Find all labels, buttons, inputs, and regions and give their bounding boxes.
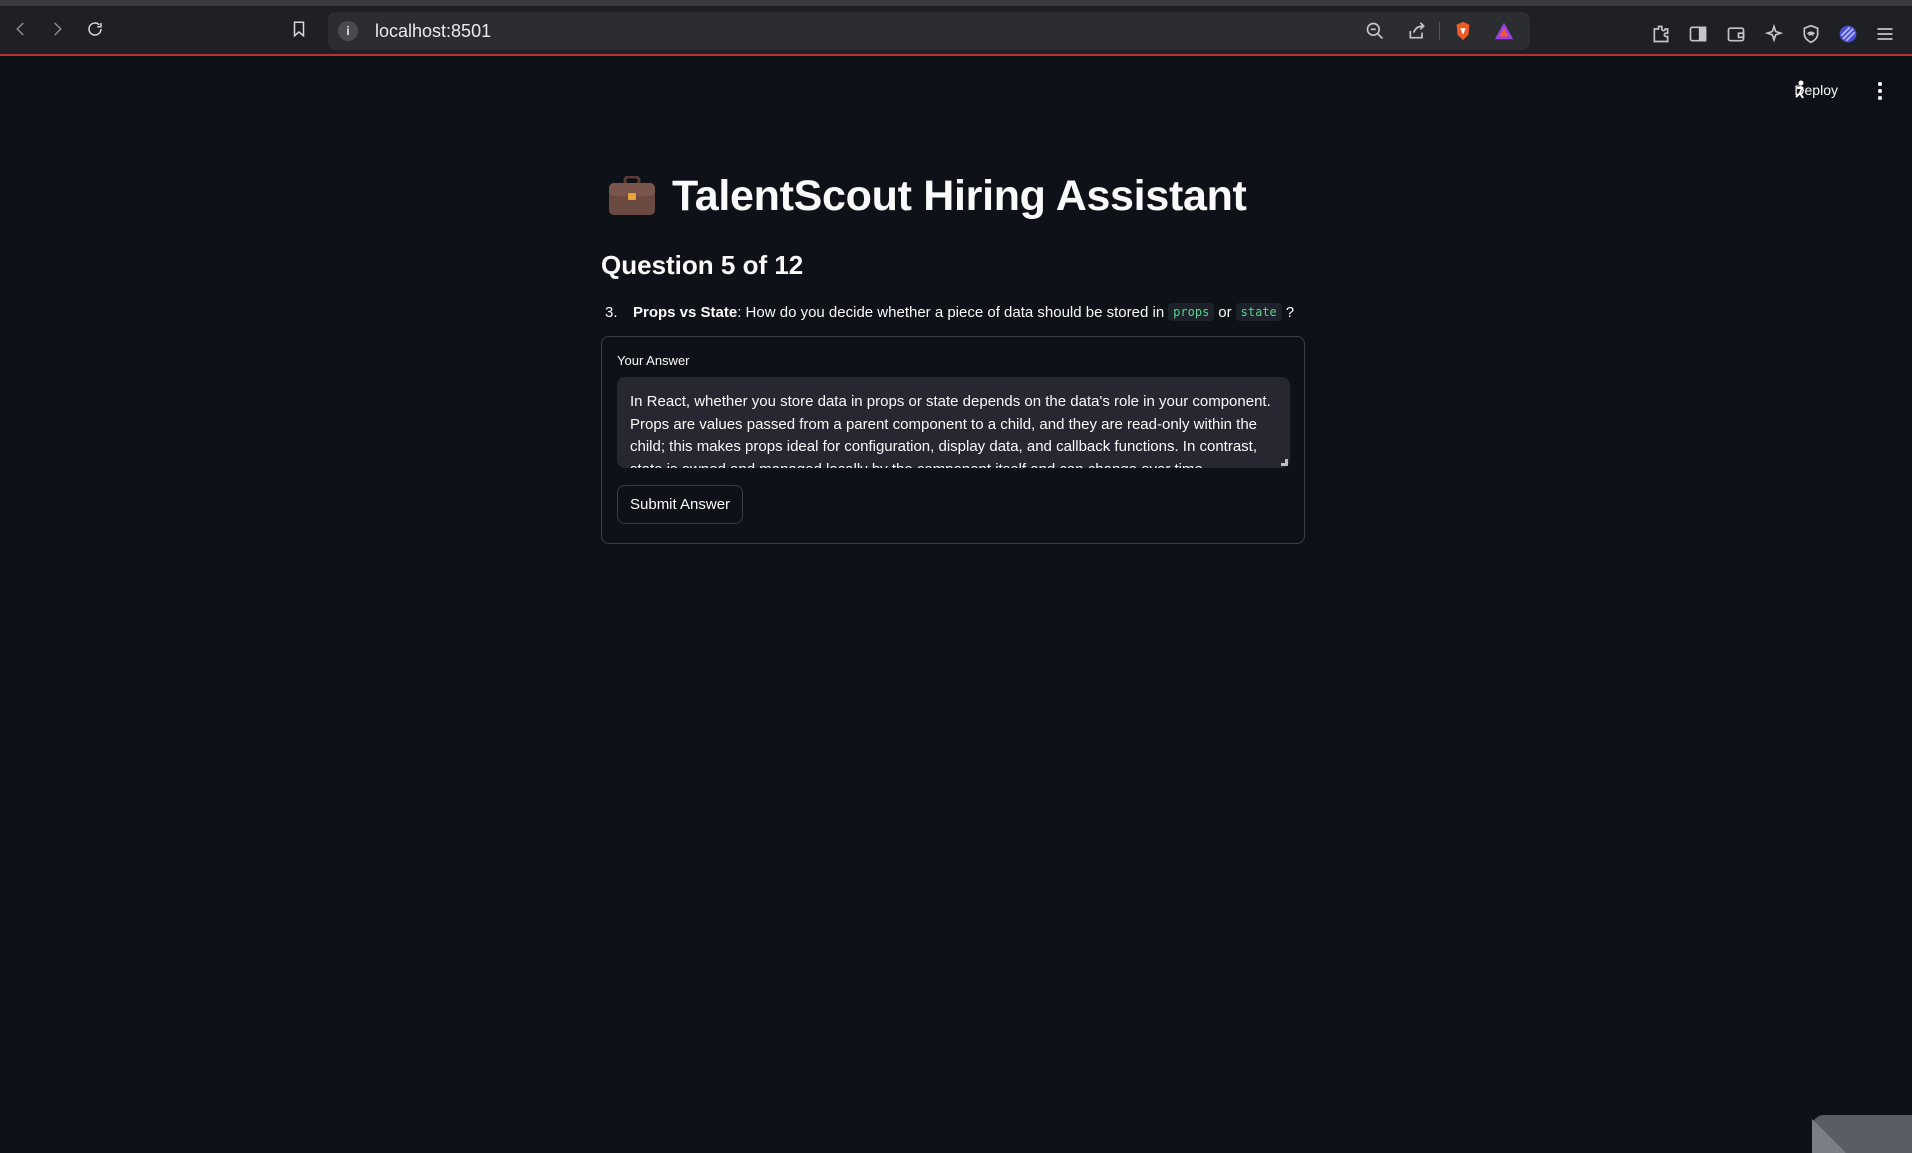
browser-toolbar: i localhost:8501: [0, 0, 1912, 56]
address-bar[interactable]: i localhost:8501: [328, 12, 1530, 50]
reload-icon[interactable]: [83, 17, 107, 41]
answer-form: Your Answer In React, whether you store …: [601, 336, 1305, 544]
url-text[interactable]: localhost:8501: [375, 21, 491, 42]
question-or: or: [1218, 303, 1232, 321]
leo-ai-icon[interactable]: [1762, 22, 1786, 46]
briefcase-icon: [608, 175, 656, 216]
share-icon[interactable]: [1406, 20, 1428, 42]
extensions-icon[interactable]: [1649, 22, 1673, 46]
code-state: state: [1235, 303, 1282, 321]
sidebar-icon[interactable]: [1686, 22, 1710, 46]
answer-textarea[interactable]: In React, whether you store data in prop…: [617, 377, 1290, 468]
submit-answer-button[interactable]: Submit Answer: [617, 485, 744, 524]
answer-text[interactable]: In React, whether you store data in prop…: [630, 393, 1271, 468]
zoom-icon[interactable]: [1364, 20, 1386, 42]
loading-bar: [0, 54, 1912, 56]
deploy-button[interactable]: Deploy: [1794, 82, 1838, 98]
question-number: 3.: [605, 303, 618, 321]
wallet-icon[interactable]: [1724, 22, 1748, 46]
main-content: TalentScout Hiring Assistant Question 5 …: [601, 160, 1305, 544]
menu-icon[interactable]: [1873, 22, 1897, 46]
question-body: : How do you decide whether a piece of d…: [737, 303, 1165, 321]
brave-rewards-icon[interactable]: [1493, 20, 1515, 42]
question-text: 3. Props vs State : How do you decide wh…: [601, 303, 1305, 321]
back-icon[interactable]: [9, 17, 33, 41]
question-progress: Question 5 of 12: [601, 250, 804, 280]
forward-icon[interactable]: [45, 17, 69, 41]
question-end: ?: [1285, 303, 1295, 321]
kebab-menu-icon[interactable]: [1878, 82, 1884, 103]
bookmark-icon[interactable]: [287, 17, 311, 41]
profile-icon[interactable]: [1836, 22, 1860, 46]
code-props: props: [1168, 303, 1215, 321]
page-title: TalentScout Hiring Assistant: [672, 171, 1247, 220]
info-icon[interactable]: i: [338, 21, 358, 41]
divider: [1439, 22, 1440, 40]
app-header: Deploy: [1712, 76, 1912, 108]
brave-shields-icon[interactable]: [1452, 20, 1474, 42]
resize-handle-icon[interactable]: [1281, 459, 1288, 466]
page-title-row: TalentScout Hiring Assistant: [601, 160, 1305, 232]
corner-badge: [1812, 1115, 1912, 1153]
vpn-icon[interactable]: [1799, 22, 1823, 46]
answer-label: Your Answer: [617, 353, 690, 368]
question-topic: Props vs State: [633, 303, 738, 321]
